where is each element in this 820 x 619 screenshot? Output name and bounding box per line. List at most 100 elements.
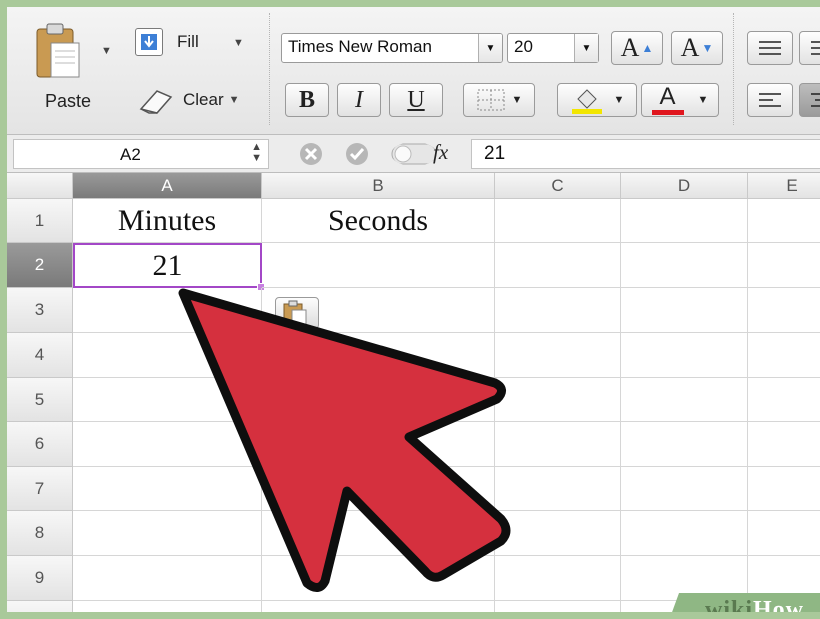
cell-a3[interactable] xyxy=(73,288,262,333)
borders-dropdown-arrow[interactable]: ▼ xyxy=(512,94,523,106)
fill-label: Fill xyxy=(177,32,199,51)
cell-c10[interactable] xyxy=(495,601,621,612)
font-name-dropdown-arrow[interactable]: ▼ xyxy=(478,34,502,62)
bold-button[interactable]: B xyxy=(285,83,329,117)
cell-d2[interactable] xyxy=(621,243,748,288)
fill-down-icon xyxy=(135,28,163,56)
align-lines-icon xyxy=(759,41,781,55)
formula-toggle-icon[interactable] xyxy=(391,142,437,166)
select-all-corner[interactable] xyxy=(7,173,73,199)
fill-button[interactable]: Fill xyxy=(135,27,199,57)
borders-button[interactable]: ▼ xyxy=(463,83,535,117)
paint-bucket-icon xyxy=(571,89,602,114)
cell-b10[interactable] xyxy=(262,601,495,612)
row-header-3[interactable]: 3 xyxy=(7,288,73,333)
cell-c1[interactable] xyxy=(495,199,621,243)
shrink-font-button[interactable]: A ▼ xyxy=(671,31,723,65)
cell-c9[interactable] xyxy=(495,556,621,601)
font-name-select[interactable]: Times New Roman ▼ xyxy=(281,33,503,63)
cancel-icon[interactable] xyxy=(299,142,323,166)
cell-a6[interactable] xyxy=(73,422,262,467)
cell-e8[interactable] xyxy=(748,511,820,556)
row-header-9[interactable]: 9 xyxy=(7,556,73,601)
cell-d7[interactable] xyxy=(621,467,748,511)
formula-input[interactable]: 21 xyxy=(471,139,820,169)
row-header-7[interactable]: 7 xyxy=(7,467,73,511)
cell-a4[interactable] xyxy=(73,333,262,378)
cell-c3[interactable] xyxy=(495,288,621,333)
font-size-select[interactable]: 20 ▼ xyxy=(507,33,599,63)
paste-button-label[interactable]: Paste xyxy=(45,91,91,112)
cell-e4[interactable] xyxy=(748,333,820,378)
paste-options-button[interactable] xyxy=(275,297,319,329)
paste-clipboard-icon[interactable] xyxy=(33,21,81,81)
cell-b5[interactable] xyxy=(262,378,495,422)
cell-c7[interactable] xyxy=(495,467,621,511)
row-header-1[interactable]: 1 xyxy=(7,199,73,243)
cell-b2[interactable] xyxy=(262,243,495,288)
cell-e3[interactable] xyxy=(748,288,820,333)
cell-a1[interactable]: Minutes xyxy=(73,199,262,243)
row-header-8[interactable]: 8 xyxy=(7,511,73,556)
cell-a5[interactable] xyxy=(73,378,262,422)
column-header-c[interactable]: C xyxy=(495,173,621,199)
cell-b9[interactable] xyxy=(262,556,495,601)
fx-label[interactable]: fx xyxy=(433,140,448,165)
cell-b4[interactable] xyxy=(262,333,495,378)
font-color-button[interactable]: A ▼ xyxy=(641,83,719,117)
cell-b6[interactable] xyxy=(262,422,495,467)
cell-e5[interactable] xyxy=(748,378,820,422)
cell-a9[interactable] xyxy=(73,556,262,601)
row-header-6[interactable]: 6 xyxy=(7,422,73,467)
align-top-button[interactable] xyxy=(747,31,793,65)
cell-d1[interactable] xyxy=(621,199,748,243)
row-header-2[interactable]: 2 xyxy=(7,243,73,288)
cell-a7[interactable] xyxy=(73,467,262,511)
column-header-d[interactable]: D xyxy=(621,173,748,199)
cell-d8[interactable] xyxy=(621,511,748,556)
row-header-5[interactable]: 5 xyxy=(7,378,73,422)
fill-color-button[interactable]: ▼ xyxy=(557,83,637,117)
fill-color-dropdown-arrow[interactable]: ▼ xyxy=(614,94,625,106)
grow-font-button[interactable]: A ▲ xyxy=(611,31,663,65)
confirm-icon[interactable] xyxy=(345,142,369,166)
cell-d5[interactable] xyxy=(621,378,748,422)
column-header-a[interactable]: A xyxy=(73,173,262,199)
cell-b1[interactable]: Seconds xyxy=(262,199,495,243)
clear-button[interactable]: Clear ▼ xyxy=(135,85,240,115)
font-size-dropdown-arrow[interactable]: ▼ xyxy=(574,34,598,62)
cell-d6[interactable] xyxy=(621,422,748,467)
cell-c6[interactable] xyxy=(495,422,621,467)
column-header-e[interactable]: E xyxy=(748,173,820,199)
paste-dropdown-arrow[interactable]: ▼ xyxy=(101,45,112,57)
underline-button[interactable]: U xyxy=(389,83,443,117)
fill-dropdown-arrow[interactable]: ▼ xyxy=(233,37,244,49)
cell-c5[interactable] xyxy=(495,378,621,422)
column-header-b[interactable]: B xyxy=(262,173,495,199)
cell-b7[interactable] xyxy=(262,467,495,511)
cell-e1[interactable] xyxy=(748,199,820,243)
clear-dropdown-arrow[interactable]: ▼ xyxy=(229,94,240,106)
cell-b8[interactable] xyxy=(262,511,495,556)
cell-d3[interactable] xyxy=(621,288,748,333)
font-color-dropdown-arrow[interactable]: ▼ xyxy=(698,94,709,106)
cell-c2[interactable] xyxy=(495,243,621,288)
name-box-stepper-icon[interactable]: ▲ ▼ xyxy=(251,142,262,164)
cell-a8[interactable] xyxy=(73,511,262,556)
cell-e6[interactable] xyxy=(748,422,820,467)
cell-a10[interactable] xyxy=(73,601,262,612)
cell-c4[interactable] xyxy=(495,333,621,378)
selected-cell-a2[interactable]: 21 xyxy=(73,243,262,288)
cell-e2[interactable] xyxy=(748,243,820,288)
cell-e7[interactable] xyxy=(748,467,820,511)
cell-c8[interactable] xyxy=(495,511,621,556)
italic-button[interactable]: I xyxy=(337,83,381,117)
row-header-10[interactable]: 10 xyxy=(7,601,73,612)
row-header-4[interactable]: 4 xyxy=(7,333,73,378)
cell-d4[interactable] xyxy=(621,333,748,378)
align-left-button[interactable] xyxy=(747,83,793,117)
align-middle-button[interactable] xyxy=(799,31,820,65)
name-box[interactable]: A2 ▲ ▼ xyxy=(13,139,269,169)
align-center-button[interactable] xyxy=(799,83,820,117)
grow-font-label: A xyxy=(620,33,640,62)
